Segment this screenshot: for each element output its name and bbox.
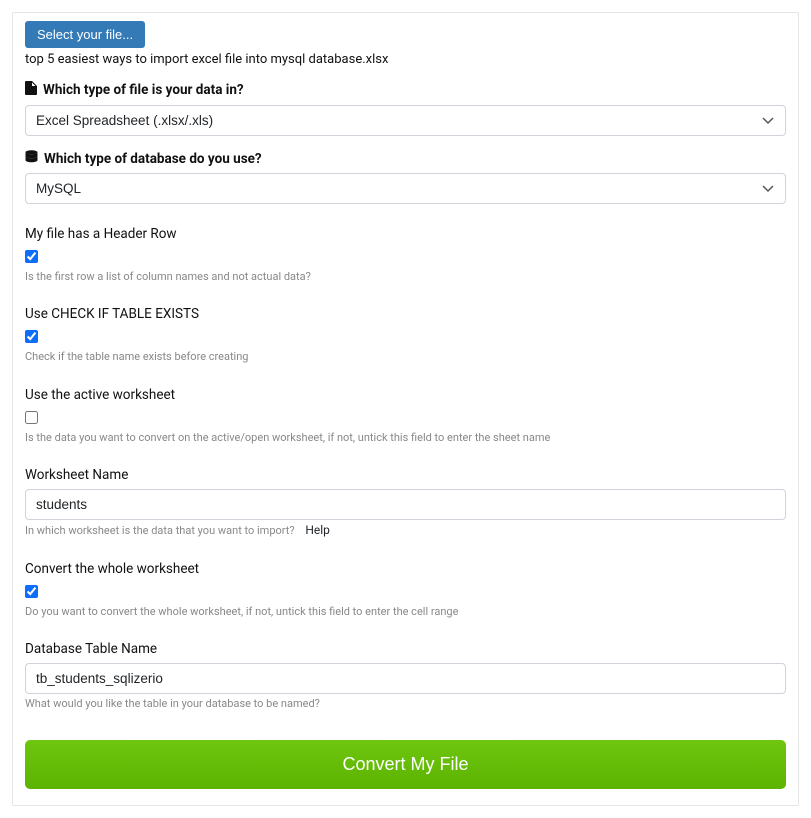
check-table-label: Use CHECK IF TABLE EXISTS [25, 306, 786, 322]
selected-filename: top 5 easiest ways to import excel file … [25, 52, 786, 67]
db-type-label-row: Which type of database do you use? [25, 150, 786, 167]
worksheet-name-help-row: In which worksheet is the data that you … [25, 522, 786, 539]
header-row-checkbox[interactable] [25, 250, 38, 263]
convert-whole-label: Convert the whole worksheet [25, 561, 786, 577]
table-name-input[interactable] [25, 663, 786, 694]
file-type-select-wrapper: Excel Spreadsheet (.xlsx/.xls) [25, 105, 786, 136]
check-table-help: Check if the table name exists before cr… [25, 349, 786, 364]
worksheet-name-input[interactable] [25, 489, 786, 520]
check-table-group: Use CHECK IF TABLE EXISTS Check if the t… [25, 306, 786, 364]
db-type-label: Which type of database do you use? [44, 151, 262, 167]
header-row-help: Is the first row a list of column names … [25, 269, 786, 284]
convert-whole-checkbox[interactable] [25, 585, 38, 598]
db-type-select-wrapper: MySQL [25, 173, 786, 204]
file-type-select[interactable]: Excel Spreadsheet (.xlsx/.xls) [25, 105, 786, 136]
table-name-group: Database Table Name What would you like … [25, 641, 786, 711]
file-icon [25, 81, 37, 99]
worksheet-name-help: In which worksheet is the data that you … [25, 524, 295, 537]
file-type-label: Which type of file is your data in? [43, 82, 244, 98]
database-icon [25, 150, 38, 167]
check-table-checkbox[interactable] [25, 330, 38, 343]
active-worksheet-group: Use the active worksheet Is the data you… [25, 387, 786, 445]
convert-button[interactable]: Convert My File [25, 740, 786, 789]
active-worksheet-checkbox[interactable] [25, 411, 38, 424]
active-worksheet-label: Use the active worksheet [25, 387, 786, 403]
worksheet-name-help-link[interactable]: Help [305, 523, 330, 537]
table-name-help: What would you like the table in your da… [25, 696, 786, 711]
form-container: Select your file... top 5 easiest ways t… [12, 12, 799, 806]
select-file-button[interactable]: Select your file... [25, 21, 145, 48]
header-row-label: My file has a Header Row [25, 226, 786, 242]
convert-whole-group: Convert the whole worksheet Do you want … [25, 561, 786, 619]
worksheet-name-group: Worksheet Name In which worksheet is the… [25, 467, 786, 539]
db-type-select[interactable]: MySQL [25, 173, 786, 204]
file-type-label-row: Which type of file is your data in? [25, 81, 786, 99]
worksheet-name-label: Worksheet Name [25, 467, 786, 483]
active-worksheet-help: Is the data you want to convert on the a… [25, 430, 786, 445]
table-name-label: Database Table Name [25, 641, 786, 657]
convert-whole-help: Do you want to convert the whole workshe… [25, 604, 786, 619]
db-type-group: Which type of database do you use? MySQL [25, 150, 786, 204]
file-type-group: Which type of file is your data in? Exce… [25, 81, 786, 136]
header-row-group: My file has a Header Row Is the first ro… [25, 226, 786, 284]
